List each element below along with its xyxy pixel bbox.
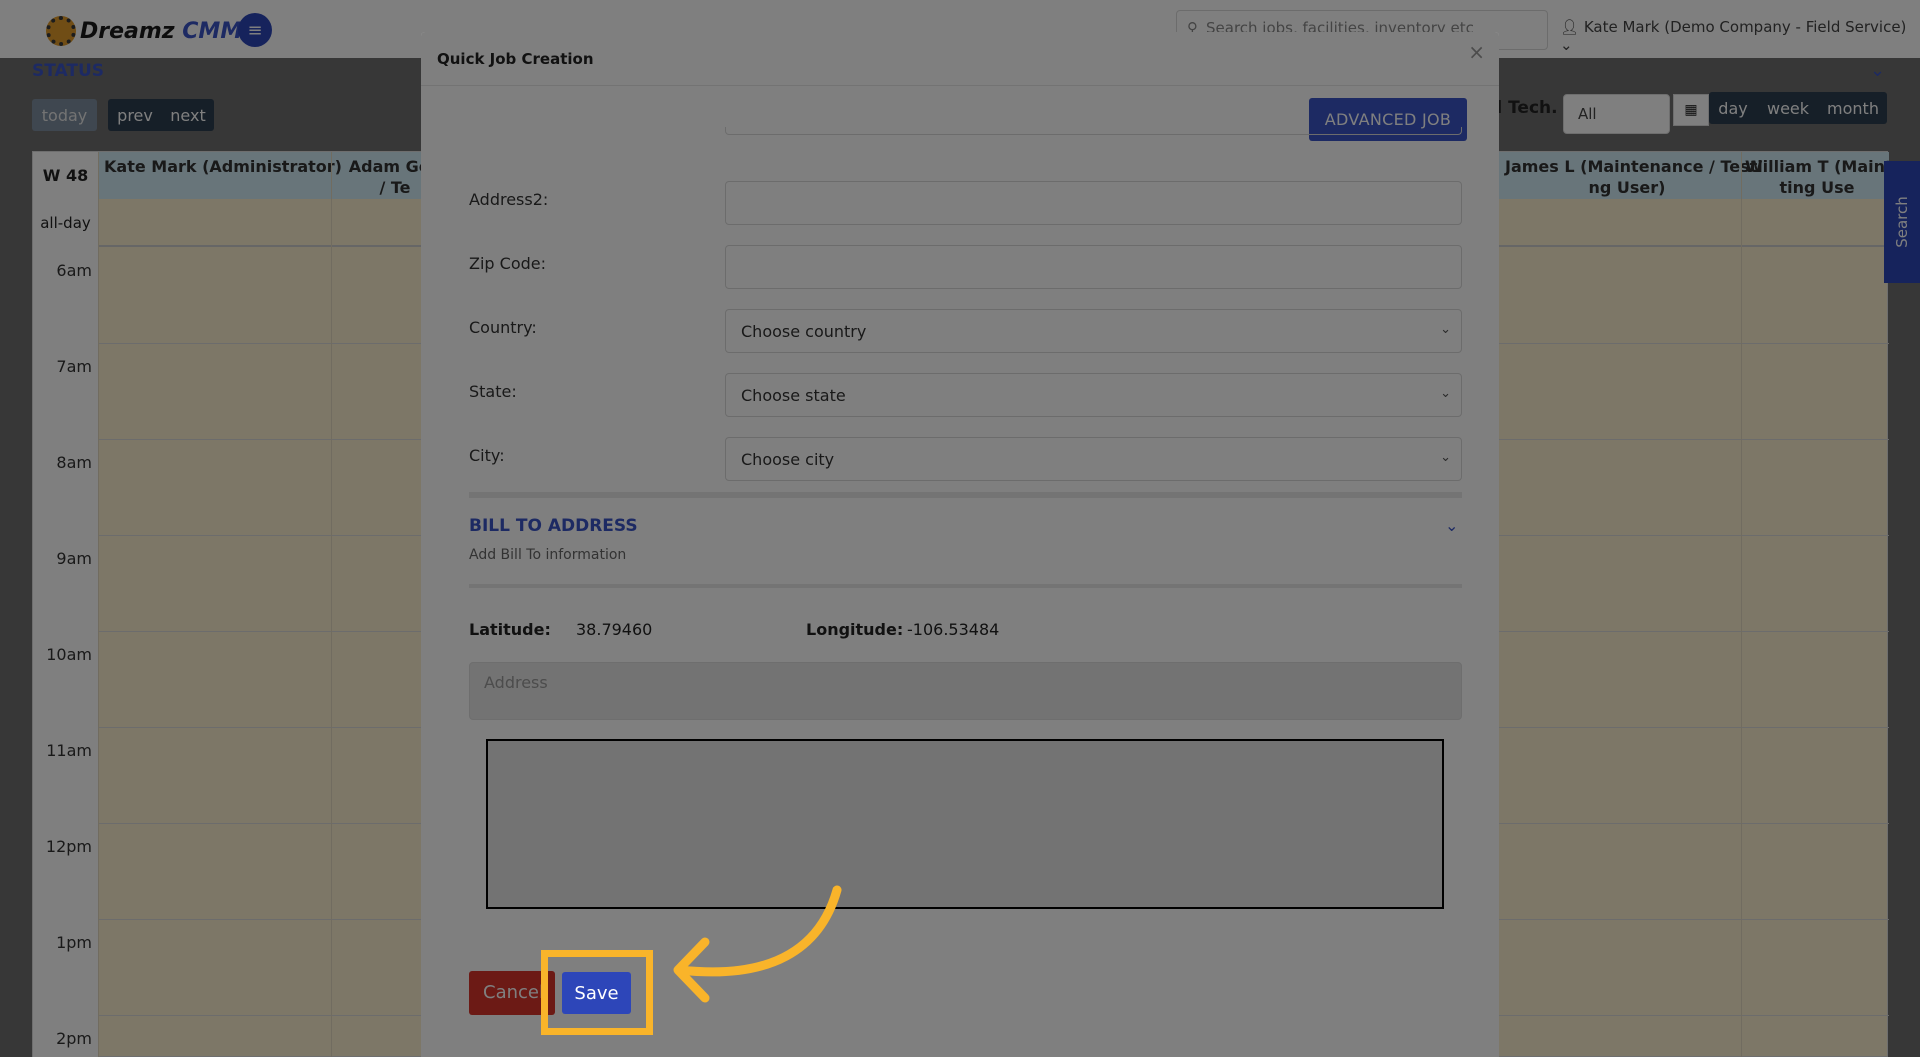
bill-to-address-subtitle: Add Bill To information <box>469 547 627 563</box>
modal-header: Quick Job Creation × <box>421 32 1499 86</box>
latitude-value: 38.79460 <box>576 620 653 639</box>
latitude-label: Latitude: <box>469 620 551 639</box>
quick-job-modal: Quick Job Creation × ADVANCED JOB Addres… <box>421 32 1499 1057</box>
state-select[interactable]: Choose state ⌄ <box>725 373 1462 417</box>
chevron-down-icon: ⌄ <box>1440 386 1451 401</box>
longitude-label: Longitude: <box>806 620 904 639</box>
map-container[interactable] <box>486 739 1444 909</box>
city-label: City: <box>469 446 505 465</box>
bill-to-address-title[interactable]: BILL TO ADDRESS <box>469 516 638 536</box>
address2-input[interactable] <box>725 181 1462 225</box>
chevron-down-icon[interactable]: ⌄ <box>1445 516 1458 535</box>
address-search-input[interactable]: Address <box>469 662 1462 720</box>
modal-title: Quick Job Creation <box>437 50 594 68</box>
country-select[interactable]: Choose country ⌄ <box>725 309 1462 353</box>
section-divider <box>469 584 1462 588</box>
country-select-value: Choose country <box>741 322 867 341</box>
previous-field-edge <box>725 127 1462 135</box>
state-label: State: <box>469 382 517 401</box>
save-button[interactable]: Save <box>562 972 631 1014</box>
zip-code-input[interactable] <box>725 245 1462 289</box>
chevron-down-icon: ⌄ <box>1440 450 1451 465</box>
city-select[interactable]: Choose city ⌄ <box>725 437 1462 481</box>
address2-label: Address2: <box>469 190 549 209</box>
zip-code-label: Zip Code: <box>469 254 546 273</box>
section-divider <box>469 492 1462 498</box>
country-label: Country: <box>469 318 537 337</box>
state-select-value: Choose state <box>741 386 846 405</box>
pointer-arrow-icon <box>673 885 842 1003</box>
longitude-value: -106.53484 <box>907 620 1000 639</box>
close-icon[interactable]: × <box>1468 40 1485 64</box>
city-select-value: Choose city <box>741 450 835 469</box>
chevron-down-icon: ⌄ <box>1440 322 1451 337</box>
